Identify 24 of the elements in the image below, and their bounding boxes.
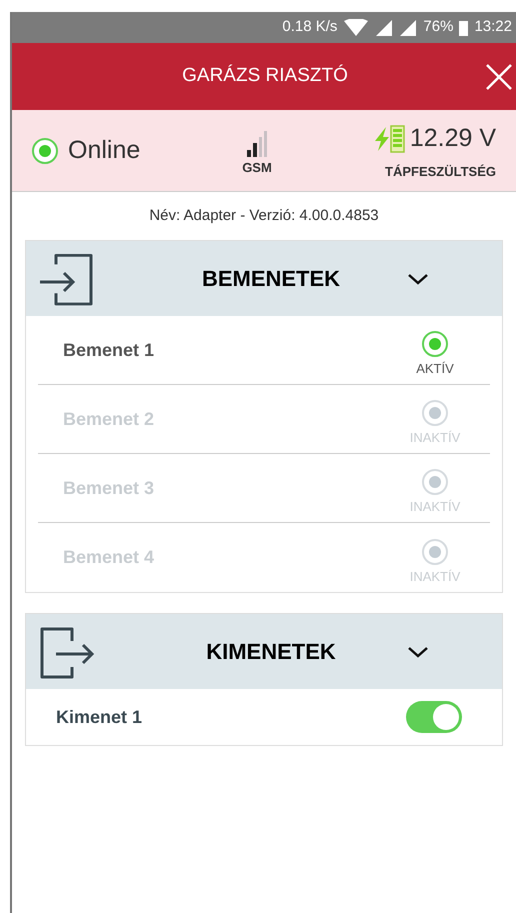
voltage-label: TÁPFESZÜLTSÉG (385, 162, 496, 180)
section-title: BEMENETEK (200, 265, 342, 293)
signal-strength-icon (246, 130, 268, 158)
signal-icon (399, 18, 418, 36)
signal-icon (375, 18, 394, 36)
section-header[interactable]: BEMENETEK (26, 241, 502, 316)
clock: 13:22 (474, 17, 512, 38)
close-icon (485, 62, 513, 90)
header-title: GARÁZS RIASZTÓ (182, 64, 348, 88)
input-state-label: AKTÍV (416, 360, 454, 378)
output-name: Kimenet 1 (56, 706, 144, 728)
gsm-label: GSM (242, 158, 272, 177)
section-title: KIMENETEK (205, 638, 337, 666)
battery-icon (459, 20, 468, 36)
section-header[interactable]: KIMENETEK (26, 614, 502, 689)
wifi-icon (343, 18, 370, 36)
output-toggle[interactable] (406, 701, 462, 733)
input-name: Bemenet 1 (62, 338, 156, 362)
device-info: Név: Adapter - Verzió: 4.00.0.4853 (149, 206, 379, 226)
voltage-value: 12.29 V (410, 123, 496, 154)
close-button[interactable] (484, 62, 514, 92)
battery-percent: 76% (423, 17, 454, 38)
network-speed: 0.18 K/s (282, 17, 338, 38)
online-label: Online (68, 134, 140, 166)
